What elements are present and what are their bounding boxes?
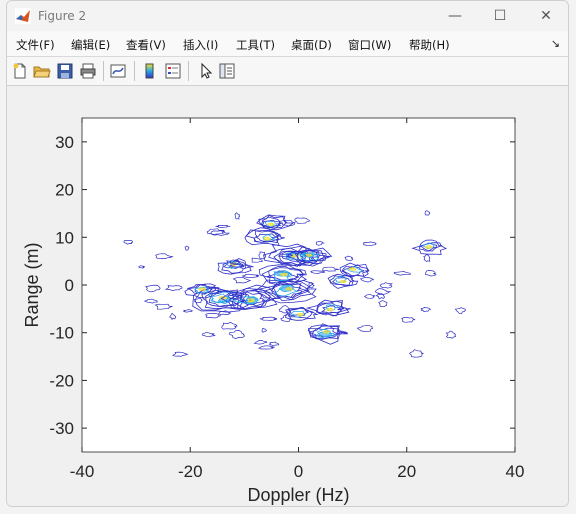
contour-line bbox=[263, 236, 272, 241]
menu-edit[interactable]: 编辑(E) bbox=[71, 37, 110, 53]
maximize-button[interactable]: ☐ bbox=[477, 1, 523, 31]
matlab-icon bbox=[15, 8, 31, 24]
toolbar-separator bbox=[188, 61, 189, 81]
property-inspector-icon[interactable] bbox=[218, 62, 236, 80]
print-icon[interactable] bbox=[79, 62, 97, 80]
open-file-icon[interactable] bbox=[33, 62, 51, 80]
save-icon[interactable] bbox=[56, 62, 74, 80]
y-tick-label: 30 bbox=[55, 133, 74, 152]
y-axis-label: Range (m) bbox=[22, 242, 42, 327]
x-tick-label: -40 bbox=[70, 462, 95, 481]
contour-line bbox=[425, 245, 433, 249]
menu-tools[interactable]: 工具(T) bbox=[236, 37, 275, 53]
window-title: Figure 2 bbox=[38, 9, 87, 23]
y-tick-label: 0 bbox=[65, 276, 74, 295]
figure-canvas[interactable]: -40 -20 0 20 40 30 20 10 0 -10 -20 -30 Doppler (Hz… bbox=[7, 86, 569, 507]
toolbar-separator bbox=[134, 61, 135, 81]
menu-view[interactable]: 查看(V) bbox=[126, 37, 166, 53]
minimize-icon: — bbox=[448, 8, 462, 24]
menu-help[interactable]: 帮助(H) bbox=[409, 37, 450, 53]
y-tick-label: -10 bbox=[49, 324, 74, 343]
y-tick-label: -30 bbox=[49, 419, 74, 438]
pointer-icon[interactable] bbox=[197, 62, 215, 80]
y-tick-label: -20 bbox=[49, 371, 74, 390]
menu-bar: 文件(F) 编辑(E) 查看(V) 插入(I) 工具(T) 桌面(D) 窗口(W… bbox=[7, 31, 568, 57]
menu-window[interactable]: 窗口(W) bbox=[348, 37, 391, 53]
x-tick-label: 0 bbox=[294, 462, 303, 481]
y-tick-label: 20 bbox=[55, 181, 74, 200]
x-tick-label: 40 bbox=[506, 462, 525, 481]
title-bar[interactable]: Figure 2 — ☐ ✕ bbox=[7, 1, 568, 31]
contour-line bbox=[285, 287, 293, 291]
menu-file[interactable]: 文件(F) bbox=[16, 37, 55, 53]
toolbar bbox=[7, 57, 568, 86]
contour-line bbox=[267, 222, 275, 227]
arrow-icon[interactable]: ↘ bbox=[551, 37, 560, 50]
y-tick-label: 10 bbox=[55, 228, 74, 247]
contour-line bbox=[305, 253, 313, 257]
x-tick-label: 20 bbox=[397, 462, 416, 481]
x-tick-label: -20 bbox=[178, 462, 203, 481]
figure-window: Figure 2 — ☐ ✕ 文件(F) 编辑(E) 查看(V) 插入(I) 工… bbox=[6, 0, 569, 507]
x-axis-label: Doppler (Hz) bbox=[247, 485, 349, 505]
contour-line bbox=[198, 287, 207, 292]
menu-insert[interactable]: 插入(I) bbox=[183, 37, 218, 53]
minimize-button[interactable]: — bbox=[432, 1, 478, 31]
menu-desktop[interactable]: 桌面(D) bbox=[291, 37, 332, 53]
close-button[interactable]: ✕ bbox=[523, 1, 568, 31]
maximize-icon: ☐ bbox=[493, 8, 507, 24]
close-icon: ✕ bbox=[540, 8, 552, 24]
contour-line bbox=[247, 298, 255, 303]
contour-plot[interactable]: -40 -20 0 20 40 30 20 10 0 -10 -20 -30 Doppler (Hz… bbox=[7, 86, 569, 507]
legend-icon[interactable] bbox=[164, 62, 182, 80]
toolbar-separator bbox=[103, 61, 104, 81]
colorbar-icon[interactable] bbox=[141, 62, 159, 80]
axes-background bbox=[82, 118, 515, 452]
new-figure-icon[interactable] bbox=[11, 62, 29, 80]
link-plot-icon[interactable] bbox=[109, 62, 127, 80]
